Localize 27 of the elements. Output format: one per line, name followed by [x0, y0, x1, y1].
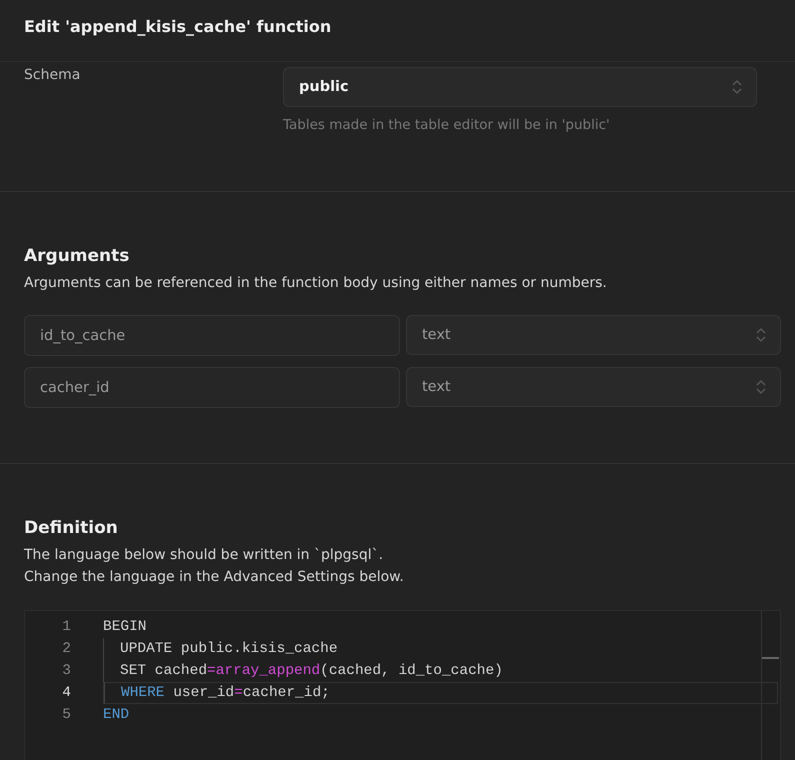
argument-name-field[interactable]: cacher_id: [24, 367, 400, 408]
code-line: END: [103, 707, 130, 723]
chevron-icon: [756, 327, 766, 343]
chevron-icon: [732, 79, 742, 95]
line-number: 2: [61, 641, 72, 657]
code-line: WHERE user_id=cacher_id;: [121, 685, 330, 701]
code-line: BEGIN: [103, 619, 147, 635]
line-number: 4: [61, 685, 72, 701]
section-description: The language below should be written in `plpgsql`.: [24, 546, 384, 565]
chevron-icon: [756, 379, 766, 395]
section-heading: Definition: [24, 518, 119, 538]
field-label: Schema: [24, 67, 82, 85]
section-description: Arguments can be referenced in the function body using either names or numbers.: [24, 274, 608, 293]
argument-name-field[interactable]: id_to_cache: [24, 315, 400, 356]
code-line: SET cached=array_append(cached, id_to_cache): [120, 663, 503, 679]
code-line: UPDATE public.kisis_cache: [120, 641, 338, 657]
code-editor[interactable]: 1 BEGIN 2 UPDATE public.kisis_cache 3 SET cached=array_append(cached, id_to_cache) 4 WHERE user_id=cacher_id; 5 END: [24, 610, 781, 760]
line-number: 3: [61, 663, 72, 679]
field-hint: Tables made in the table editor will be in 'public': [283, 117, 611, 133]
section-description: Change the language in the Advanced Settings below.: [24, 568, 405, 587]
argument-type-select[interactable]: text: [406, 315, 781, 355]
panel-title: Edit 'append_kisis_cache' function: [24, 17, 332, 36]
line-number: 1: [61, 619, 72, 635]
section-heading: Arguments: [24, 246, 130, 266]
line-number: 5: [61, 707, 72, 723]
argument-type-select[interactable]: text: [406, 367, 781, 407]
schema-select[interactable]: public: [283, 67, 757, 107]
